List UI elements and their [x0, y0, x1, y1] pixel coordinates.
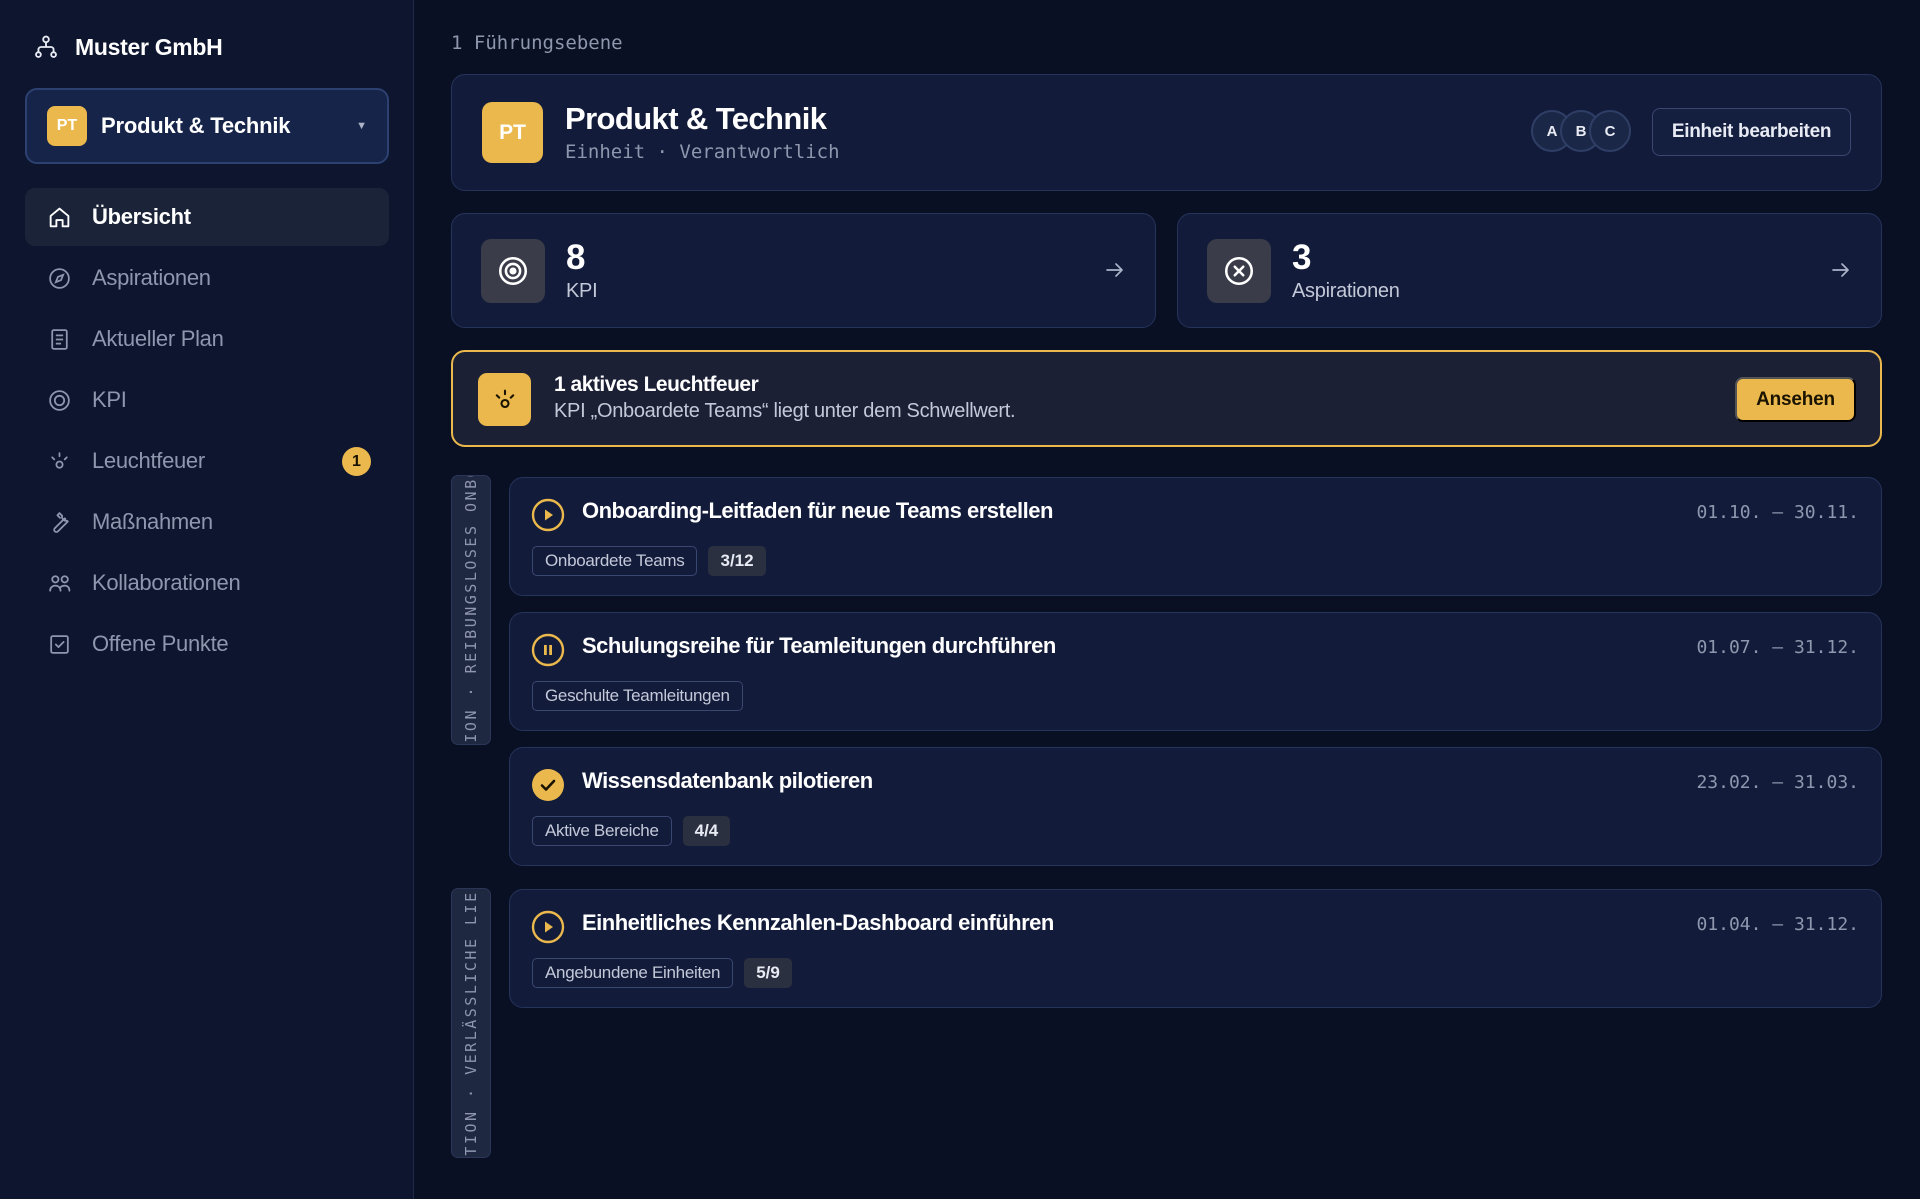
- home-icon: [49, 207, 70, 227]
- sidebar-item-aspirationen[interactable]: Aspirationen: [25, 249, 389, 307]
- document-icon: [51, 328, 68, 350]
- check-icon[interactable]: [531, 768, 565, 802]
- kpi-stat-card[interactable]: 8 KPI: [451, 213, 1156, 328]
- beacon-icon: [51, 451, 68, 469]
- sidebar-item-uebersicht[interactable]: Übersicht: [25, 188, 389, 246]
- view-beacon-button[interactable]: Ansehen: [1735, 377, 1856, 422]
- aspirations-stat-card[interactable]: 3 Aspirationen: [1177, 213, 1882, 328]
- page-subtitle: Einheit · Verantwortlich: [565, 141, 840, 163]
- avatar[interactable]: C: [1589, 110, 1631, 152]
- alert-message: KPI „Onboardete Teams“ liegt unter dem S…: [554, 400, 1016, 422]
- measure-title: Wissensdatenbank pilotieren: [582, 768, 873, 793]
- target-icon: [481, 239, 545, 303]
- arrow-right-icon: [1832, 263, 1849, 277]
- member-avatars[interactable]: A B C: [1531, 110, 1631, 152]
- beacon-icon: [478, 373, 531, 426]
- measure-title: Onboarding-Leitfaden für neue Teams erst…: [582, 498, 1053, 523]
- sidebar-item-label: Maßnahmen: [92, 509, 213, 534]
- sidebar-item-label: Aspirationen: [92, 265, 211, 290]
- aspiration-group-label: TION · REIBUNGSLOSES ONBO: [451, 475, 491, 745]
- breadcrumb[interactable]: 1 Führungsebene: [451, 32, 623, 54]
- measure-title: Einheitliches Kennzahlen-Dashboard einfü…: [582, 910, 1054, 935]
- sidebar: Muster GmbH PT Produkt & Technik ▼ Übers…: [0, 0, 414, 1199]
- notification-badge: 1: [342, 447, 371, 476]
- unit-avatar: PT: [482, 102, 543, 163]
- measure-tags: Aktive Bereiche 4/4: [532, 816, 731, 846]
- stat-label: KPI: [566, 280, 598, 302]
- kpi-tag[interactable]: Angebundene Einheiten: [532, 958, 734, 988]
- checkbox-icon: [50, 634, 69, 654]
- unit-avatar: PT: [47, 106, 87, 146]
- kpi-progress: 5/9: [744, 958, 792, 988]
- stat-value: 3: [1292, 238, 1312, 277]
- aspiration-group-label: ATION · VERLÄSSLICHE LIEF: [451, 888, 491, 1158]
- sidebar-item-aktueller-plan[interactable]: Aktueller Plan: [25, 310, 389, 368]
- unit-selector[interactable]: PT Produkt & Technik ▼: [25, 88, 389, 164]
- group-label-text: ATION · VERLÄSSLICHE LIEF: [462, 888, 480, 1158]
- measure-date-range: 01.07. – 31.12.: [1696, 637, 1859, 658]
- measure-card[interactable]: Schulungsreihe für Teamleitungen durchfü…: [509, 612, 1882, 731]
- sidebar-item-label: Kollaborationen: [92, 570, 241, 595]
- kpi-tag[interactable]: Onboardete Teams: [532, 546, 698, 576]
- sidebar-item-massnahmen[interactable]: Maßnahmen: [25, 493, 389, 551]
- sidebar-item-offene-punkte[interactable]: Offene Punkte: [25, 615, 389, 673]
- sidebar-item-label: Aktueller Plan: [92, 326, 224, 351]
- page-title: Produkt & Technik: [565, 101, 827, 136]
- unit-selector-label: Produkt & Technik: [101, 113, 291, 138]
- compass-icon: [1207, 239, 1271, 303]
- stat-value: 8: [566, 238, 586, 277]
- arrow-right-icon: [1106, 263, 1123, 277]
- measure-tags: Angebundene Einheiten 5/9: [532, 958, 792, 988]
- sidebar-item-label: KPI: [92, 387, 127, 412]
- org-chart-icon: [35, 35, 57, 58]
- kpi-tag[interactable]: Aktive Bereiche: [532, 816, 672, 846]
- measure-date-range: 01.04. – 31.12.: [1696, 914, 1859, 935]
- stat-label: Aspirationen: [1292, 280, 1400, 302]
- chevron-down-icon: ▼: [356, 120, 367, 132]
- sidebar-item-label: Übersicht: [92, 204, 191, 229]
- org-name: Muster GmbH: [75, 33, 223, 60]
- measure-card[interactable]: Einheitliches Kennzahlen-Dashboard einfü…: [509, 889, 1882, 1008]
- alert-title: 1 aktives Leuchtfeuer: [554, 373, 759, 396]
- measure-date-range: 23.02. – 31.03.: [1696, 772, 1859, 793]
- kpi-progress: 4/4: [682, 816, 731, 846]
- users-icon: [49, 574, 71, 592]
- measure-card[interactable]: Wissensdatenbank pilotieren 23.02. – 31.…: [509, 747, 1882, 866]
- edit-unit-button[interactable]: Einheit bearbeiten: [1652, 108, 1851, 156]
- beacon-alert: 1 aktives Leuchtfeuer KPI „Onboardete Te…: [451, 350, 1882, 447]
- group-label-text: TION · REIBUNGSLOSES ONBO: [462, 475, 480, 745]
- sidebar-item-leuchtfeuer[interactable]: Leuchtfeuer 1: [25, 432, 389, 490]
- measure-date-range: 01.10. – 30.11.: [1696, 502, 1859, 523]
- sidebar-item-kpi[interactable]: KPI: [25, 371, 389, 429]
- sidebar-nav: Übersicht Aspirationen Aktueller Plan KP…: [25, 188, 389, 673]
- kpi-progress: 3/12: [708, 546, 766, 576]
- play-icon[interactable]: [531, 910, 565, 944]
- wrench-icon: [53, 511, 69, 533]
- compass-icon: [49, 267, 70, 289]
- brand: Muster GmbH: [33, 30, 388, 64]
- measure-title: Schulungsreihe für Teamleitungen durchfü…: [582, 633, 1056, 658]
- play-icon[interactable]: [531, 498, 565, 532]
- kpi-tag[interactable]: Geschulte Teamleitungen: [532, 681, 743, 711]
- unit-header-card: PT Produkt & Technik Einheit · Verantwor…: [451, 74, 1882, 191]
- measure-card[interactable]: Onboarding-Leitfaden für neue Teams erst…: [509, 477, 1882, 596]
- target-icon: [49, 389, 70, 411]
- sidebar-item-kollaborationen[interactable]: Kollaborationen: [25, 554, 389, 612]
- pause-icon[interactable]: [531, 633, 565, 667]
- measure-tags: Onboardete Teams 3/12: [532, 546, 766, 576]
- sidebar-item-label: Leuchtfeuer: [92, 448, 205, 473]
- sidebar-item-label: Offene Punkte: [92, 631, 229, 656]
- measure-tags: Geschulte Teamleitungen: [532, 681, 743, 711]
